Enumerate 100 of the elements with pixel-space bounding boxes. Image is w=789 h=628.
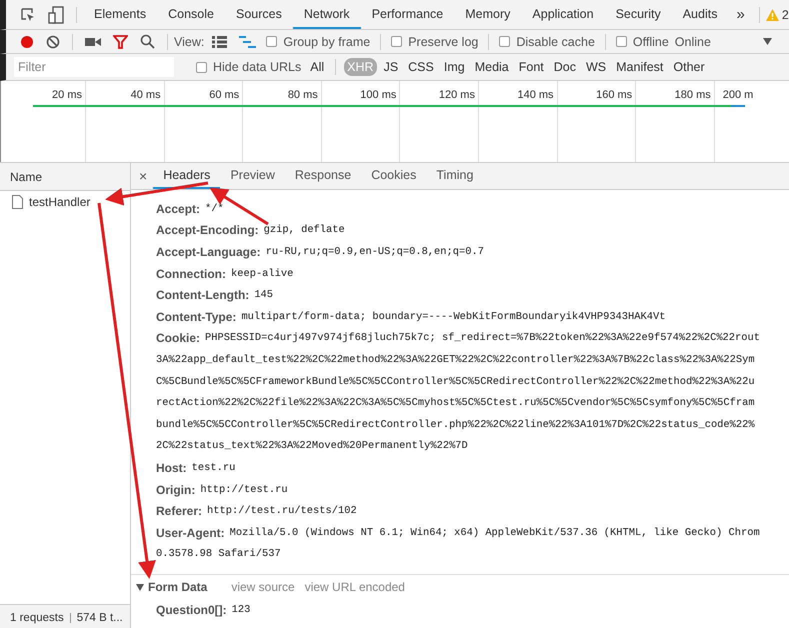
detail-tab[interactable]: Timing — [426, 163, 484, 189]
status-text: 574 B t... — [76, 612, 123, 624]
header-name: Referer: — [156, 504, 202, 518]
detail-tab[interactable]: Cookies — [361, 163, 426, 189]
field-value: 123 — [232, 604, 250, 616]
checkbox-label: Hide data URLs — [213, 60, 302, 74]
status-text: 1 requests — [10, 612, 64, 624]
checkbox-square[interactable] — [391, 36, 402, 47]
header-value: ru-RU,ru;q=0.9,en-US;q=0.8,en;q=0.7 — [266, 246, 484, 258]
checkbox-label: Group by frame — [283, 34, 370, 48]
header-value: 2C%22status_text%22%3A%22Moved%20Permanently%22%7D — [156, 440, 468, 452]
tick-label: 60 ms — [209, 89, 240, 101]
detail-tab[interactable]: Headers — [153, 163, 220, 189]
tick-label: 120 ms — [438, 89, 475, 101]
request-row[interactable]: testHandler — [0, 191, 130, 213]
tick-label: 20 ms — [52, 89, 82, 101]
checkbox[interactable]: Hide data URLs — [196, 60, 302, 74]
view-link[interactable]: view source — [231, 580, 295, 594]
type-filter[interactable]: All — [307, 58, 328, 76]
header-name: Connection: — [156, 266, 226, 281]
view-label: View: — [174, 34, 204, 48]
column-header[interactable]: Name — [10, 170, 42, 184]
tick-label: 180 ms — [674, 89, 711, 101]
panel-tab[interactable]: Performance — [360, 0, 454, 29]
filter-icon[interactable] — [113, 34, 128, 48]
type-filter[interactable]: Other — [670, 58, 708, 76]
close-button[interactable]: × — [139, 168, 148, 184]
waterfall-icon[interactable] — [239, 36, 256, 48]
type-filter[interactable]: Doc — [550, 58, 579, 76]
checkbox-square[interactable] — [266, 36, 278, 47]
checkbox[interactable]: Group by frame — [266, 34, 370, 48]
panel-tab[interactable]: Audits — [672, 0, 728, 29]
header-value: 3A%22app_default_test%22%2C%22method%22%3A%22GET%22%2C%22controller%22%3A%7B%22class%22%3A%22Sym — [156, 354, 755, 366]
tick-label: 80 ms — [288, 89, 318, 101]
panel-tab[interactable]: Security — [604, 0, 672, 29]
header-name: Content-Type: — [156, 310, 236, 324]
header-name: Host: — [156, 460, 187, 475]
type-filter[interactable]: Manifest — [613, 58, 666, 76]
video-camera-icon[interactable] — [85, 36, 101, 48]
type-filter[interactable]: WS — [583, 58, 610, 76]
panel-tab[interactable]: Elements — [83, 0, 158, 29]
tick-label: 140 ms — [517, 89, 554, 101]
header-name: User-Agent: — [156, 526, 225, 540]
header-value: 145 — [254, 289, 274, 302]
type-filter[interactable]: Img — [440, 58, 468, 76]
header-name: Accept: — [156, 202, 200, 216]
clear-icon[interactable] — [46, 34, 60, 48]
list-view-icon[interactable] — [212, 36, 228, 48]
warning-icon — [766, 8, 779, 20]
header-name: Accept-Encoding: — [156, 223, 259, 238]
checkbox-square[interactable] — [616, 36, 627, 47]
tick-label: 160 ms — [596, 89, 632, 101]
device-icon[interactable] — [48, 6, 64, 24]
checkbox-label: Offline — [632, 34, 669, 48]
type-filter[interactable]: Font — [516, 58, 547, 76]
panel-tab[interactable]: Sources — [224, 0, 293, 29]
checkbox[interactable]: Offline — [616, 34, 669, 48]
record-icon[interactable] — [20, 34, 34, 48]
inspect-icon[interactable] — [20, 6, 36, 22]
warning-count[interactable]: 2 — [766, 8, 789, 22]
header-value: http://test.ru/tests/102 — [207, 505, 357, 518]
file-icon — [12, 195, 23, 209]
header-value: C%5CBundle%5C%5CFrameworkBundle%5C%5CController%5C%5CRedirectController%22%2C%22method%22%3A%22u — [156, 376, 755, 388]
panel-tab[interactable]: Memory — [454, 0, 522, 29]
detail-tab[interactable]: Response — [284, 163, 362, 189]
type-filter[interactable]: Media — [472, 58, 512, 76]
checkbox-label: Disable cache — [516, 34, 595, 48]
checkbox[interactable]: Disable cache — [499, 34, 595, 48]
header-value: rectAction%22%2C%22file%22%3A%22C%3A%5C%5Cmyhost%5C%5Ctest.ru%5C%5Cvendor%5C%5Csymfony%5C%5Cfram — [156, 397, 755, 410]
panel-tab[interactable]: Console — [157, 0, 225, 29]
header-name: Accept-Language: — [156, 244, 261, 259]
checkbox-square[interactable] — [196, 62, 207, 72]
tick-label: 40 ms — [130, 89, 161, 101]
filter-field[interactable]: Filter — [14, 57, 174, 77]
warning-count-text: 2 — [782, 8, 789, 22]
more-tabs-button[interactable]: » — [728, 6, 753, 23]
dropdown-caret-icon[interactable] — [762, 38, 772, 45]
header-name: Cookie: — [156, 331, 200, 346]
tick-label: 200 m — [722, 89, 754, 101]
header-value: PHPSESSID=c4urj497v974jf68jluch75k7c; sf_redirect=%7B%22token%22%3A%22e9f574%22%2C%22rout — [205, 332, 760, 344]
view-link[interactable]: view URL encoded — [304, 580, 405, 594]
header-value: Mozilla/5.0 (Windows NT 6.1; Win64; x64) AppleWebKit/537.36 (KHTML, like Gecko) Chrom — [230, 526, 760, 539]
header-value: test.ru — [192, 462, 236, 474]
header-value: multipart/form-data; boundary=----WebKitFormBoundaryik4VHP9343HAK4Vt — [241, 310, 666, 323]
detail-tab[interactable]: Preview — [220, 163, 285, 189]
header-value: http://test.ru — [200, 484, 288, 496]
checkbox-label: Preserve log — [408, 34, 478, 48]
checkbox[interactable]: Preserve log — [391, 34, 478, 48]
field-name: Question0[]: — [156, 603, 227, 618]
header-value: 0.3578.98 Safari/537 — [156, 548, 281, 560]
header-name: Content-Length: — [156, 288, 250, 302]
header-value: gzip, deflate — [264, 224, 345, 236]
throttling-dropdown[interactable]: Online — [674, 34, 711, 48]
panel-tab[interactable]: Application — [521, 0, 605, 29]
checkbox-square[interactable] — [499, 36, 510, 47]
section-toggle[interactable]: Form Data — [136, 580, 208, 594]
tick-label: 100 ms — [360, 89, 396, 101]
type-filter[interactable]: JS — [380, 58, 402, 76]
search-icon[interactable] — [140, 34, 155, 49]
type-filter[interactable]: CSS — [405, 58, 437, 76]
